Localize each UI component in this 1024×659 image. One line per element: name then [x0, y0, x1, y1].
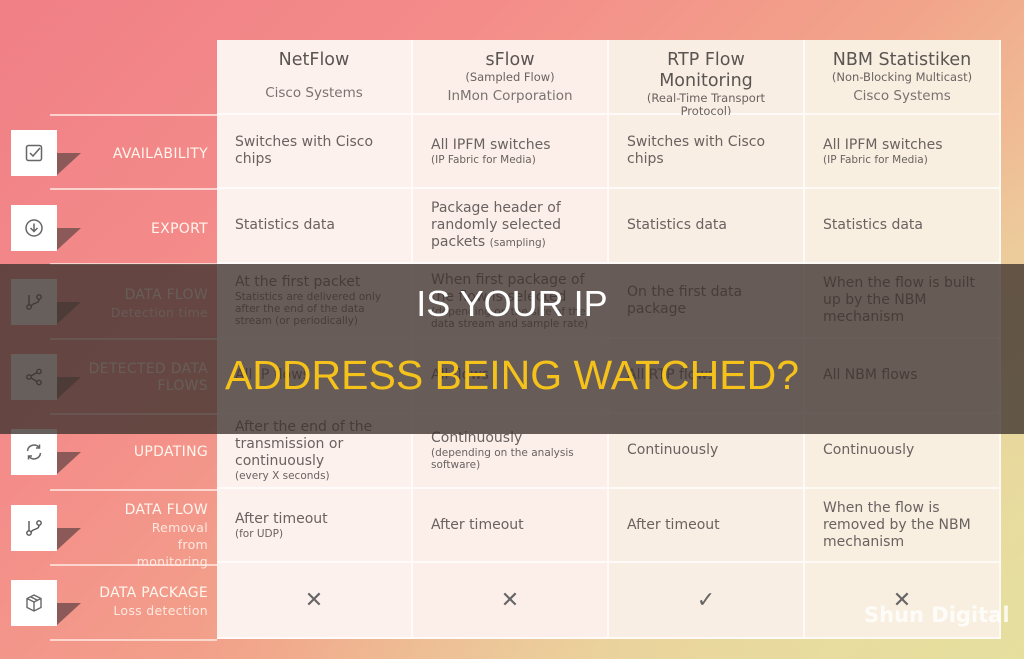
column-name: sFlow — [485, 50, 535, 70]
table-cell: After timeout (for UDP) — [217, 489, 413, 563]
column-vendor: InMon Corporation — [447, 88, 573, 104]
watermark: Shun Digital — [864, 603, 1010, 627]
row-label-availability: AVAILABILITY — [113, 146, 208, 163]
column-name: RTP Flow Monitoring — [659, 50, 753, 91]
column-header-rtp: RTP Flow Monitoring (Real-Time Transport… — [609, 40, 805, 138]
column-name: NetFlow — [278, 50, 350, 70]
cell-main: Package header of randomly selected pack… — [431, 200, 589, 251]
cell-main: After timeout — [431, 516, 524, 533]
checkbox-icon — [11, 130, 57, 176]
cell-main: Statistics data — [627, 217, 727, 233]
table-cell: When the flow is removed by the NBM mech… — [805, 489, 1001, 563]
cell-main: Statistics data — [823, 217, 923, 233]
table-cell: All IPFM switches (IP Fabric for Media) — [805, 115, 1001, 189]
divider — [50, 188, 217, 190]
check-icon: ✓ — [609, 563, 805, 639]
branch-icon — [11, 505, 57, 551]
column-header-sflow: sFlow (Sampled Flow) InMon Corporation — [413, 40, 609, 115]
table-cell: Package header of randomly selected pack… — [413, 189, 609, 264]
headline-line-1: IS YOUR IP — [416, 283, 608, 324]
table-cell: Switches with Cisco chips — [217, 115, 413, 189]
cell-main: After timeout — [627, 516, 720, 533]
divider — [50, 564, 217, 566]
table-cell: Statistics data — [805, 189, 1001, 264]
column-name: NBM Statistiken — [832, 50, 972, 70]
row-label-updating: UPDATING — [134, 444, 208, 461]
table-cell: After timeout — [609, 489, 805, 563]
row-label-export: EXPORT — [151, 221, 208, 238]
cell-main: Continuously — [823, 442, 915, 458]
row-label-text: AVAILABILITY — [112, 146, 208, 162]
download-circle-icon — [11, 205, 57, 251]
column-vendor: Cisco Systems — [853, 88, 951, 104]
table-cell: All IPFM switches (IP Fabric for Media) — [413, 115, 609, 189]
refresh-icon — [11, 429, 57, 475]
table-cell: Statistics data — [609, 189, 805, 264]
column-header-nbm: NBM Statistiken (Non-Blocking Multicast)… — [805, 40, 1001, 115]
cell-note: (IP Fabric for Media) — [431, 153, 536, 166]
table-cell: Statistics data — [217, 189, 413, 264]
column-abbr: (Sampled Flow) — [465, 70, 555, 84]
row-label-subtext: Loss detection — [113, 603, 208, 618]
row-label-text: UPDATING — [133, 444, 208, 460]
cell-main: Switches with Cisco chips — [235, 134, 374, 167]
cell-main: All IPFM switches — [431, 136, 551, 153]
column-vendor: Cisco Systems — [265, 85, 363, 101]
cell-note: (every X seconds) — [235, 470, 330, 482]
cell-main: When the flow is removed by the NBM mech… — [823, 499, 971, 550]
row-label-text: DATA PACKAGE — [99, 585, 208, 601]
cell-main: Continuously — [627, 442, 719, 458]
column-header-netflow: NetFlow Cisco Systems — [217, 40, 413, 115]
cell-note: (for UDP) — [235, 527, 284, 540]
cell-note: (depending on the analysis software) — [431, 447, 574, 471]
cell-main: Statistics data — [235, 217, 335, 233]
cell-main: After timeout — [235, 510, 328, 527]
row-label-data-package: DATA PACKAGE Loss detection — [99, 585, 208, 619]
headline-line-2: ADDRESS BEING WATCHED? — [224, 352, 800, 398]
cell-main: All IPFM switches — [823, 136, 943, 153]
cell-main: Switches with Cisco chips — [627, 134, 766, 167]
cross-icon: ✕ — [805, 563, 1001, 639]
cell-note: (sampling) — [489, 237, 546, 249]
row-label-text: DATA FLOW — [124, 502, 208, 518]
row-label-subtext: Removal from monitoring — [136, 520, 208, 569]
divider — [50, 639, 217, 641]
table-cell: Switches with Cisco chips — [609, 115, 805, 189]
row-label-text: EXPORT — [151, 221, 208, 237]
cross-icon: ✕ — [413, 563, 609, 639]
column-abbr: (Non-Blocking Multicast) — [831, 70, 973, 84]
row-label-data-flow-removal: DATA FLOW Removal from monitoring — [118, 502, 208, 570]
divider — [50, 489, 217, 491]
cross-icon: ✕ — [217, 563, 413, 639]
divider — [50, 114, 217, 116]
cell-note: (IP Fabric for Media) — [823, 153, 928, 166]
package-icon — [11, 580, 57, 626]
table-cell: After timeout — [413, 489, 609, 563]
